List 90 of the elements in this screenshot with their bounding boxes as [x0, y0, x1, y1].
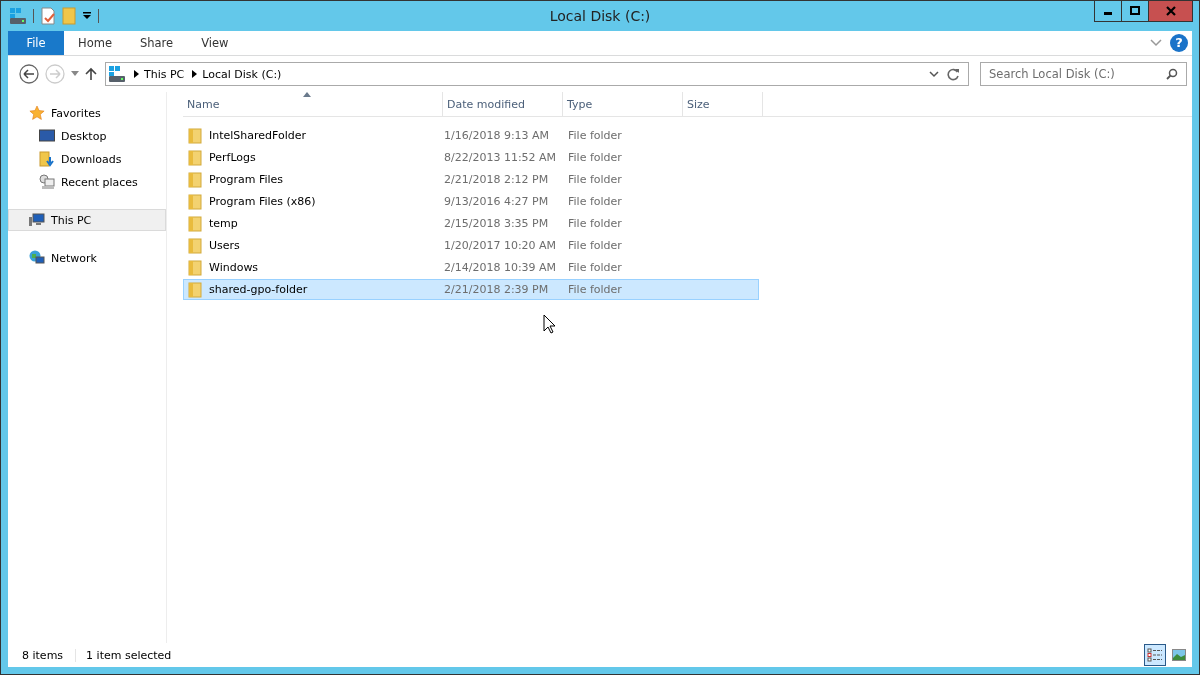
- sidebar-item[interactable]: Desktop: [8, 125, 166, 147]
- selection-status: 1 item selected: [75, 648, 184, 662]
- dropdown-icon[interactable]: [82, 11, 92, 21]
- folder-icon: [188, 193, 202, 210]
- column-header[interactable]: Size: [683, 92, 763, 116]
- folder-icon: [188, 127, 202, 144]
- folder-icon: [188, 259, 202, 276]
- file-name: Windows: [209, 261, 259, 274]
- search-icon: [1166, 68, 1178, 80]
- folder-icon: [188, 237, 202, 254]
- ribbon-tab[interactable]: View: [187, 31, 243, 55]
- date-modified: 2/14/2018 10:39 AM: [444, 261, 558, 274]
- file-row[interactable]: PerfLogs 8/22/2013 11:52 AM File folder: [183, 147, 759, 168]
- drive-icon: [108, 65, 126, 83]
- computer-icon: [29, 212, 45, 228]
- file-type: File folder: [567, 239, 623, 252]
- sidebar-item[interactable]: Downloads: [8, 148, 166, 170]
- network-globe-icon: [29, 250, 45, 266]
- file-name: Program Files: [209, 173, 284, 186]
- mouse-pointer-icon: [543, 314, 556, 334]
- file-type: File folder: [567, 173, 623, 186]
- address-bar[interactable]: This PC Local Disk (C:): [105, 62, 969, 86]
- star-icon: [29, 105, 45, 121]
- breadcrumb[interactable]: This PC: [144, 67, 185, 81]
- breadcrumb-arrow-icon[interactable]: [134, 70, 139, 78]
- file-name: temp: [209, 217, 238, 230]
- ribbon-tab[interactable]: File: [8, 31, 64, 55]
- help-button[interactable]: ?: [1170, 34, 1188, 52]
- download-folder-icon: [39, 151, 55, 167]
- date-modified: 1/16/2018 9:13 AM: [444, 129, 551, 142]
- file-name: shared-gpo-folder: [209, 283, 308, 296]
- date-modified: 2/15/2018 3:35 PM: [444, 217, 550, 230]
- drive-icon[interactable]: [9, 7, 27, 25]
- file-type: File folder: [567, 195, 623, 208]
- folder-icon: [188, 215, 202, 232]
- window-title: Local Disk (C:): [549, 8, 651, 24]
- breadcrumb[interactable]: Local Disk (C:): [202, 67, 282, 81]
- date-modified: 2/21/2018 2:12 PM: [444, 173, 550, 186]
- date-modified: 1/20/2017 10:20 AM: [444, 239, 558, 252]
- sidebar-item[interactable]: Favorites: [8, 102, 166, 124]
- file-row[interactable]: Windows 2/14/2018 10:39 AM File folder: [183, 257, 759, 278]
- maximize-icon: [1130, 6, 1140, 16]
- folder-icon: [188, 281, 202, 298]
- back-icon[interactable]: [19, 64, 39, 84]
- picture-icon: [1172, 649, 1186, 661]
- close-button[interactable]: [1148, 1, 1193, 22]
- folder-icon: [188, 171, 202, 188]
- file-row[interactable]: temp 2/15/2018 3:35 PM File folder: [183, 213, 759, 234]
- recent-locations-icon[interactable]: [71, 71, 79, 77]
- column-header[interactable]: Type: [563, 92, 683, 116]
- properties-icon[interactable]: [40, 7, 56, 25]
- item-count: 8 items: [22, 648, 65, 662]
- file-type: File folder: [567, 283, 623, 296]
- file-row[interactable]: Program Files 2/21/2018 2:12 PM File folder: [183, 169, 759, 190]
- details-view-icon: [1147, 648, 1163, 662]
- date-modified: 9/13/2016 4:27 PM: [444, 195, 550, 208]
- sidebar-item[interactable]: This PC: [8, 209, 166, 231]
- expand-ribbon-icon[interactable]: [1150, 39, 1162, 47]
- recent-places-icon: [39, 174, 55, 190]
- dropdown-icon[interactable]: [929, 70, 939, 78]
- column-header[interactable]: Date modified: [443, 92, 563, 116]
- breadcrumb-arrow-icon[interactable]: [192, 70, 198, 78]
- file-type: File folder: [567, 261, 623, 274]
- minimize-button[interactable]: [1094, 1, 1122, 22]
- file-name: IntelSharedFolder: [209, 129, 307, 142]
- sort-arrow-icon: [303, 92, 311, 97]
- file-name: Users: [209, 239, 240, 252]
- up-arrow-icon[interactable]: [85, 67, 97, 81]
- file-name: PerfLogs: [209, 151, 256, 164]
- column-header[interactable]: Name: [183, 92, 443, 116]
- file-row[interactable]: Program Files (x86) 9/13/2016 4:27 PM File folder: [183, 191, 759, 212]
- file-type: File folder: [567, 151, 623, 164]
- file-type: File folder: [567, 217, 623, 230]
- file-row[interactable]: Users 1/20/2017 10:20 AM File folder: [183, 235, 759, 256]
- file-row[interactable]: shared-gpo-folder 2/21/2018 2:39 PM File folder: [183, 279, 759, 300]
- folder-icon: [188, 149, 202, 166]
- ribbon-tab[interactable]: Home: [64, 31, 126, 55]
- date-modified: 2/21/2018 2:39 PM: [444, 283, 550, 296]
- sidebar-item[interactable]: Recent places: [8, 171, 166, 193]
- details-view-button[interactable]: [1144, 644, 1166, 666]
- refresh-icon[interactable]: [947, 67, 960, 81]
- ribbon-tab[interactable]: Share: [125, 31, 188, 55]
- close-icon: [1165, 6, 1176, 16]
- file-type: File folder: [567, 129, 623, 142]
- file-name: Program Files (x86): [209, 195, 316, 208]
- file-row[interactable]: IntelSharedFolder 1/16/2018 9:13 AM File folder: [183, 125, 759, 146]
- sidebar-item[interactable]: Network: [8, 247, 166, 269]
- desktop-icon: [39, 129, 55, 143]
- date-modified: 8/22/2013 11:52 AM: [444, 151, 558, 164]
- search-field[interactable]: Search Local Disk (C:): [980, 62, 1187, 86]
